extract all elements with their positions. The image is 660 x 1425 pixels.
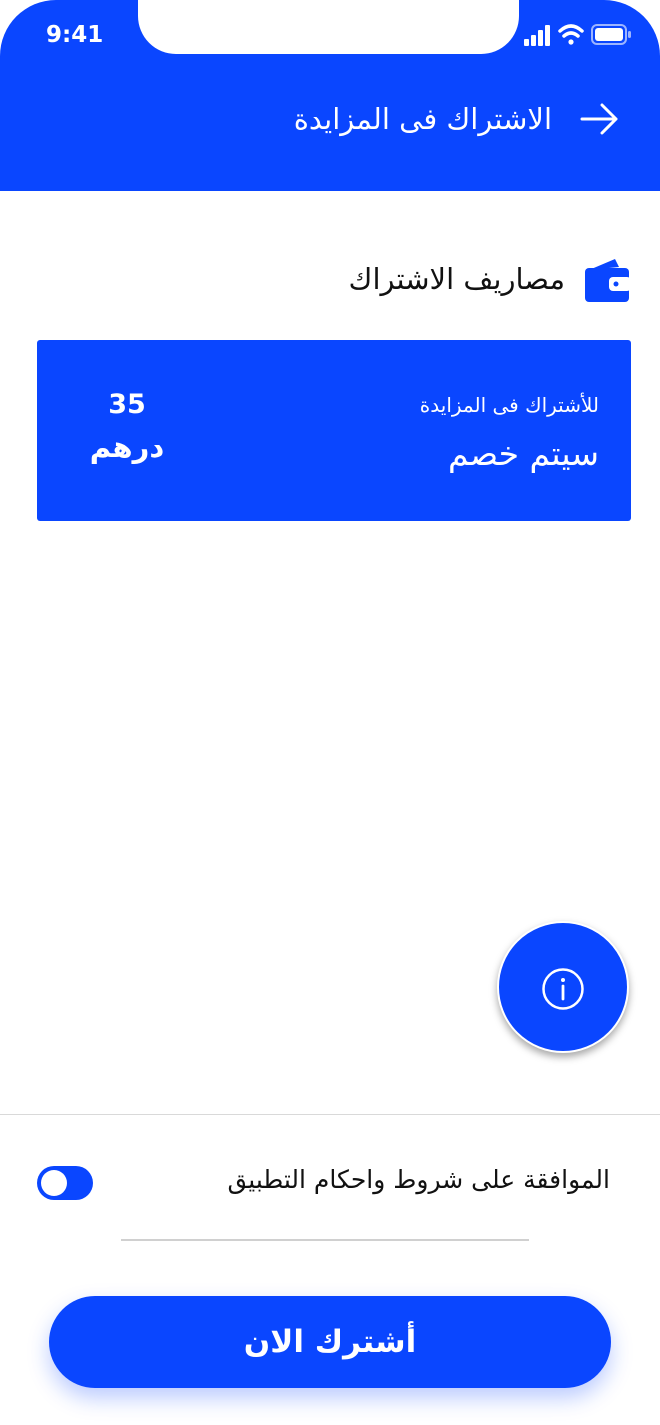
info-button[interactable] — [497, 921, 629, 1053]
terms-label: الموافقة على شروط واحكام التطبيق — [227, 1165, 610, 1194]
divider — [0, 1114, 660, 1115]
back-arrow-icon[interactable] — [578, 99, 622, 139]
fee-card: للأشتراك فى المزايدة سيتم خصم 35 درهم — [37, 340, 631, 521]
screen: 9:41 الاشتراك فى المزايدة مصاريف الاشترا… — [0, 0, 660, 1425]
wallet-icon — [585, 259, 631, 302]
status-time: 9:41 — [46, 22, 104, 48]
status-icons — [524, 24, 631, 46]
subscribe-button-label: أشترك الان — [243, 1324, 417, 1360]
fee-label: سيتم خصم — [448, 434, 599, 473]
wifi-icon — [558, 24, 584, 45]
fee-amount: 35 — [108, 389, 146, 420]
battery-icon — [591, 24, 631, 45]
toggle-knob — [41, 1170, 67, 1196]
subscribe-button[interactable]: أشترك الان — [49, 1296, 611, 1388]
section-title: مصاريف الاشتراك — [348, 262, 565, 296]
divider — [121, 1239, 529, 1241]
fee-currency: درهم — [89, 430, 165, 464]
fee-caption: للأشتراك فى المزايدة — [419, 393, 599, 417]
info-icon — [542, 968, 584, 1010]
terms-toggle[interactable] — [37, 1166, 93, 1200]
signal-icon — [524, 25, 550, 46]
device-notch — [138, 0, 519, 54]
page-title: الاشتراك فى المزايدة — [293, 102, 552, 136]
